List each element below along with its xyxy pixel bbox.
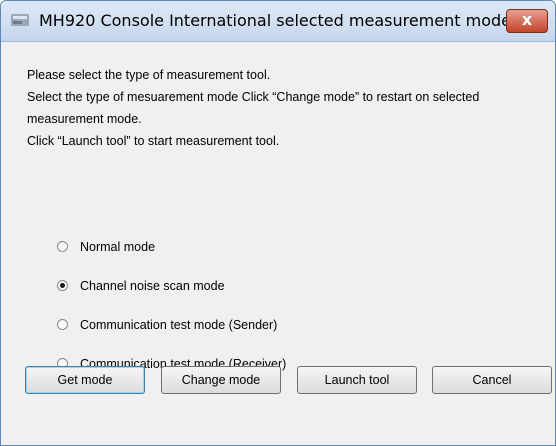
- instruction-line: Select the type of mesuarement mode Clic…: [27, 90, 480, 104]
- window-title: MH920 Console International selected mea…: [39, 11, 511, 30]
- app-icon: [11, 14, 29, 26]
- get-mode-button[interactable]: Get mode: [25, 366, 145, 394]
- change-mode-button[interactable]: Change mode: [161, 366, 281, 394]
- title-bar[interactable]: MH920 Console International selected mea…: [1, 1, 555, 42]
- radio-button[interactable]: [57, 241, 68, 252]
- radio-selected-dot: [60, 283, 65, 288]
- radio-label: Communication test mode (Sender): [80, 318, 278, 332]
- cancel-button[interactable]: Cancel: [432, 366, 552, 394]
- instructions: Please select the type of measurement to…: [27, 64, 547, 152]
- instruction-line: Click “Launch tool” to start measurement…: [27, 134, 280, 148]
- dialog-content: Please select the type of measurement to…: [1, 42, 555, 445]
- instruction-line: measurement mode.: [27, 112, 142, 126]
- radio-label: Channel noise scan mode: [80, 279, 225, 293]
- radio-label: Normal mode: [80, 240, 156, 254]
- radio-button[interactable]: [57, 319, 68, 330]
- launch-tool-button[interactable]: Launch tool: [297, 366, 417, 394]
- instruction-line: Please select the type of measurement to…: [27, 68, 271, 82]
- close-button[interactable]: x: [506, 9, 548, 33]
- dialog-window: MH920 Console International selected mea…: [0, 0, 556, 446]
- radio-button[interactable]: [57, 280, 68, 291]
- close-icon: x: [521, 10, 533, 29]
